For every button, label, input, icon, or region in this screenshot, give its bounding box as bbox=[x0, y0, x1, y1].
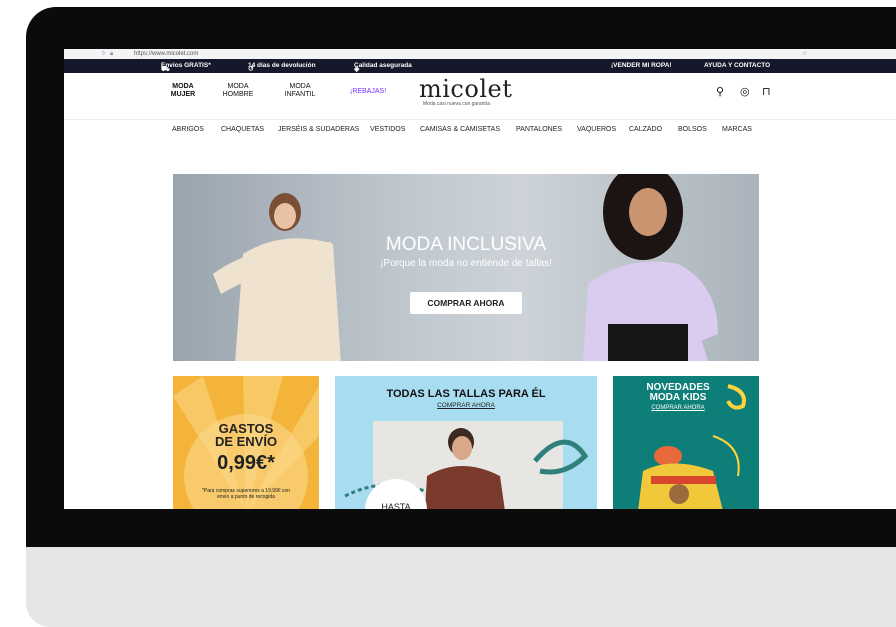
shipping-title: GASTOS DE ENVÍO bbox=[173, 422, 319, 448]
kids-card-title: NOVEDADES MODA KIDS bbox=[633, 383, 723, 403]
kids-card-shop-link[interactable]: COMPRAR AHORA bbox=[633, 405, 723, 411]
return-icon: ↺ bbox=[248, 66, 254, 73]
tag-icon: ◈ bbox=[354, 66, 360, 73]
men-card-shop-link[interactable]: COMPRAR AHORA bbox=[335, 402, 597, 409]
kids-news-card[interactable]: NOVEDADES MODA KIDS COMPRAR AHORA bbox=[613, 376, 759, 509]
nav-label-line2: HOMBRE bbox=[222, 91, 254, 98]
category-jerseis[interactable]: JERSÉIS & SUDADERAS bbox=[278, 126, 359, 133]
category-calzado[interactable]: CALZADO bbox=[629, 126, 662, 133]
shipping-promo-card[interactable]: GASTOS DE ENVÍO 0,99€* *Para compras sup… bbox=[173, 376, 319, 509]
nav-label-line2: INFANTIL bbox=[284, 91, 316, 98]
category-camisas[interactable]: CAMISAS & CAMISETAS bbox=[420, 126, 500, 133]
returns-notice: ↺ 14 días de devolución bbox=[248, 62, 316, 73]
free-shipping-notice: ⛟ Envíos GRATIS* bbox=[161, 62, 211, 73]
monitor-bezel: ◊ 🔒︎ https://www.micolet.com ☆ ⛟ Envíos G… bbox=[26, 7, 896, 547]
promo-topbar: ⛟ Envíos GRATIS* ↺ 14 días de devolución ◈… bbox=[64, 59, 896, 73]
hero-model-left bbox=[213, 193, 341, 361]
nav-label-line1: MODA bbox=[172, 83, 194, 90]
category-pantalones[interactable]: PANTALONES bbox=[516, 126, 562, 133]
search-icon[interactable]: ⚲ bbox=[716, 85, 724, 98]
help-contact-link[interactable]: AYUDA Y CONTACTO bbox=[704, 62, 770, 69]
hero-banner[interactable]: MODA INCLUSIVA ¡Porque la moda no entien… bbox=[173, 174, 759, 361]
men-sizes-card[interactable]: TODAS LAS TALLAS PARA ÉL COMPRAR AHORA H… bbox=[335, 376, 597, 509]
quality-text: Calidad asegurada bbox=[354, 62, 412, 69]
lock-icon: 🔒︎ bbox=[110, 51, 114, 57]
hero-title: MODA INCLUSIVA bbox=[385, 234, 547, 255]
nav-label-line1: MODA bbox=[289, 83, 311, 90]
monitor: ◊ 🔒︎ https://www.micolet.com ☆ ⛟ Envíos G… bbox=[26, 7, 896, 627]
hero-shop-now-button[interactable]: COMPRAR AHORA bbox=[410, 292, 522, 314]
category-nav: ABRIGOS CHAQUETAS JERSÉIS & SUDADERAS VE… bbox=[64, 120, 896, 144]
address-bar[interactable]: ◊ 🔒︎ https://www.micolet.com ☆ bbox=[64, 49, 896, 59]
shipping-title-line2: DE ENVÍO bbox=[214, 434, 278, 449]
account-icon[interactable]: ◎ bbox=[740, 85, 750, 98]
category-vestidos[interactable]: VESTIDOS bbox=[370, 126, 405, 133]
returns-text: 14 días de devolución bbox=[248, 62, 316, 69]
nav-moda-hombre[interactable]: MODA HOMBRE bbox=[220, 83, 256, 99]
quality-notice: ◈ Calidad asegurada bbox=[354, 62, 412, 73]
category-marcas[interactable]: MARCAS bbox=[722, 126, 752, 133]
site-logo[interactable]: micolet bbox=[419, 75, 512, 103]
site-header: MODA MUJER MODA HOMBRE MODA INFANTIL ¡RE… bbox=[64, 73, 896, 120]
nav-label-line1: MODA bbox=[227, 83, 249, 90]
nav-moda-mujer[interactable]: MODA MUJER bbox=[168, 83, 198, 99]
nav-label-line2: MUJER bbox=[170, 91, 196, 98]
shipping-price: 0,99€* bbox=[217, 452, 275, 474]
sell-clothes-link[interactable]: ¡VENDER MI ROPA! bbox=[611, 62, 672, 69]
nav-moda-infantil[interactable]: MODA INFANTIL bbox=[282, 83, 318, 99]
men-card-title: TODAS LAS TALLAS PARA ÉL bbox=[386, 388, 546, 400]
shopping-bag-icon[interactable]: ⊓ bbox=[762, 85, 771, 98]
monitor-chin bbox=[26, 547, 896, 627]
shipping-fine-print: *Para compras superiores a 19,99€ con en… bbox=[201, 488, 291, 500]
browser-screen: ◊ 🔒︎ https://www.micolet.com ☆ ⛟ Envíos G… bbox=[64, 49, 896, 509]
category-vaqueros[interactable]: VAQUEROS bbox=[577, 126, 616, 133]
category-bolsos[interactable]: BOLSOS bbox=[678, 126, 707, 133]
nav-rebajas[interactable]: ¡REBAJAS! bbox=[350, 88, 386, 95]
shield-icon: ◊ bbox=[102, 51, 105, 57]
category-chaquetas[interactable]: CHAQUETAS bbox=[221, 126, 264, 133]
kids-title-line2: MODA KIDS bbox=[649, 392, 707, 403]
url-text[interactable]: https://www.micolet.com bbox=[134, 49, 198, 59]
bookmark-star-icon[interactable]: ☆ bbox=[802, 49, 807, 59]
logo-tagline: Moda casi nueva con garantía bbox=[423, 101, 490, 107]
category-abrigos[interactable]: ABRIGOS bbox=[172, 126, 204, 133]
hero-subtitle: ¡Porque la moda no entiende de tallas! bbox=[380, 258, 552, 269]
